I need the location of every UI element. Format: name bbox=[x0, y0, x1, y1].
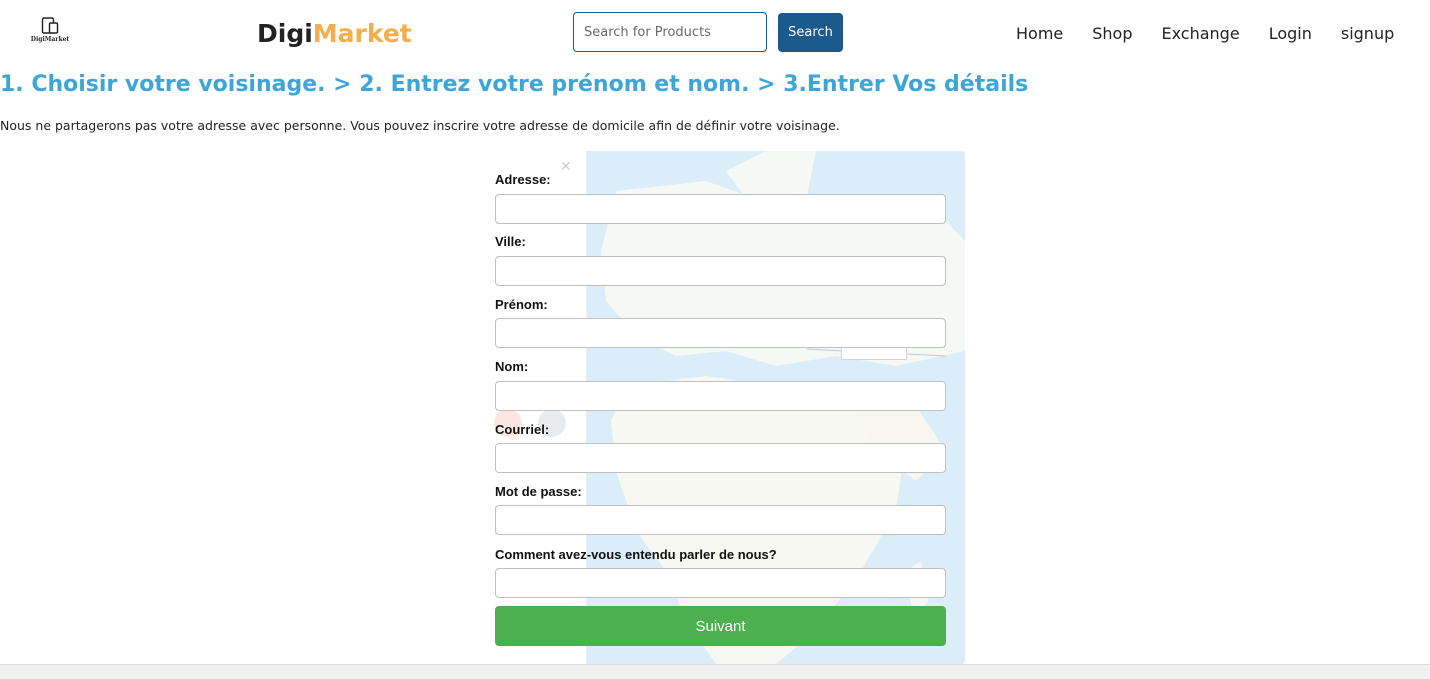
site-header: DigiMarket DigiMarket Search Home Shop E… bbox=[0, 0, 1430, 68]
password-input[interactable] bbox=[495, 505, 946, 535]
city-label: Ville: bbox=[495, 234, 526, 249]
logo[interactable]: DigiMarket bbox=[28, 17, 72, 43]
nav-login[interactable]: Login bbox=[1269, 22, 1312, 46]
nav-exchange[interactable]: Exchange bbox=[1162, 22, 1240, 46]
steps-heading: 1. Choisir votre voisinage. > 2. Entrez … bbox=[0, 72, 1029, 97]
devices-icon bbox=[41, 17, 59, 34]
referral-input[interactable] bbox=[495, 568, 946, 598]
nav-home[interactable]: Home bbox=[1016, 22, 1063, 46]
signup-form: Adresse: Ville: Prénom: Nom: Courriel: M… bbox=[476, 151, 965, 664]
intro-text: Nous ne partagerons pas votre adresse av… bbox=[0, 118, 840, 133]
main-nav: Home Shop Exchange Login signup bbox=[1016, 22, 1394, 46]
brand-name[interactable]: DigiMarket bbox=[257, 18, 412, 50]
horizontal-scrollbar[interactable] bbox=[0, 664, 1430, 679]
search-button[interactable]: Search bbox=[778, 13, 843, 52]
password-label: Mot de passe: bbox=[495, 484, 582, 499]
brand-name-part1: Digi bbox=[257, 19, 313, 48]
next-button[interactable]: Suivant bbox=[495, 606, 946, 646]
email-label: Courriel: bbox=[495, 422, 550, 437]
logo-text: DigiMarket bbox=[30, 36, 70, 43]
firstname-input[interactable] bbox=[495, 318, 946, 348]
search-input[interactable] bbox=[573, 12, 767, 52]
referral-label: Comment avez-vous entendu parler de nous… bbox=[495, 547, 777, 562]
lastname-label: Nom: bbox=[495, 359, 529, 374]
nav-shop[interactable]: Shop bbox=[1092, 22, 1132, 46]
lastname-input[interactable] bbox=[495, 381, 946, 411]
address-input[interactable] bbox=[495, 194, 946, 224]
firstname-label: Prénom: bbox=[495, 297, 548, 312]
city-input[interactable] bbox=[495, 256, 946, 286]
address-label: Adresse: bbox=[495, 172, 551, 187]
email-input[interactable] bbox=[495, 443, 946, 473]
brand-name-part2: Market bbox=[312, 19, 412, 48]
nav-signup[interactable]: signup bbox=[1341, 22, 1394, 46]
